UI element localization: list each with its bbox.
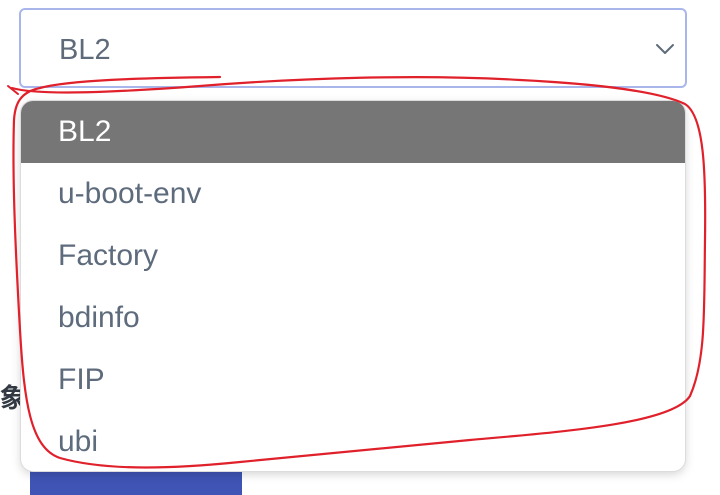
option-u-boot-env[interactable]: u-boot-env <box>21 163 685 225</box>
option-bl2[interactable]: BL2 <box>21 101 685 163</box>
option-ubi[interactable]: ubi <box>21 411 685 471</box>
select-value: BL2 <box>59 34 111 66</box>
partition-dropdown-list: BL2 u-boot-env Factory bdinfo FIP ubi <box>21 101 685 471</box>
chevron-down-icon <box>656 44 674 54</box>
option-fip[interactable]: FIP <box>21 349 685 411</box>
option-bdinfo[interactable]: bdinfo <box>21 287 685 349</box>
partition-select[interactable]: BL2 <box>19 8 687 88</box>
option-factory[interactable]: Factory <box>21 225 685 287</box>
